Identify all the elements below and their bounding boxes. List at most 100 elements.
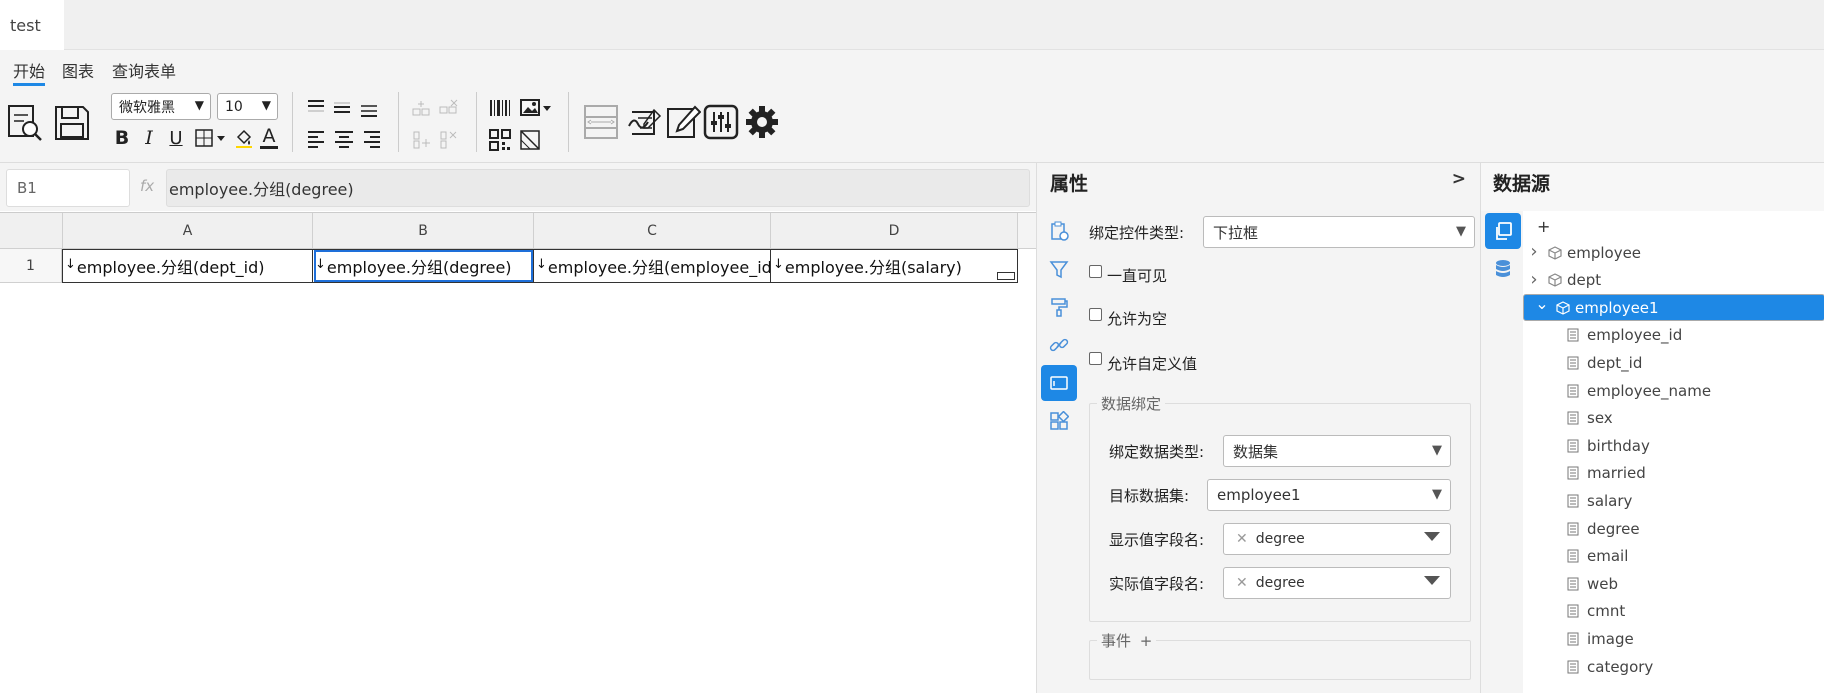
- column-header-d[interactable]: D: [771, 213, 1018, 249]
- field-node-degree[interactable]: degree: [1523, 515, 1824, 542]
- bold-button[interactable]: B: [112, 126, 132, 150]
- add-event-button[interactable]: +: [1140, 632, 1153, 650]
- always-visible-checkbox[interactable]: [1089, 265, 1102, 278]
- collapse-panel-button[interactable]: >: [1452, 169, 1466, 189]
- rail-database[interactable]: [1485, 251, 1521, 287]
- qrcode-button[interactable]: [488, 128, 512, 152]
- font-size-select[interactable]: 10 ▼: [217, 93, 278, 120]
- column-header-a[interactable]: A: [63, 213, 313, 249]
- dataset-node-employee1[interactable]: ⌄ employee1: [1523, 294, 1824, 322]
- field-node-employee_id[interactable]: employee_id: [1523, 322, 1824, 349]
- rail-cell-properties[interactable]: [1041, 213, 1077, 249]
- field-node-email[interactable]: email: [1523, 543, 1824, 570]
- binding-type-value: 数据集: [1233, 442, 1279, 461]
- cell-d1[interactable]: ↓ employee.分组(salary): [771, 249, 1018, 283]
- fill-color-button[interactable]: [233, 126, 255, 150]
- dataset-node-dept[interactable]: › dept: [1523, 267, 1824, 294]
- delete-row-button[interactable]: [437, 98, 459, 120]
- field-node-category[interactable]: category: [1523, 653, 1824, 680]
- field-node-cmnt[interactable]: cmnt: [1523, 598, 1824, 625]
- form-layout-button[interactable]: [582, 102, 620, 142]
- target-dataset-select[interactable]: employee1 ▼: [1207, 479, 1451, 511]
- underline-button[interactable]: U: [166, 126, 186, 150]
- row-header-1[interactable]: 1: [0, 249, 62, 283]
- cell-reference-input[interactable]: B1: [6, 169, 130, 207]
- chevron-right-icon[interactable]: ›: [1523, 269, 1545, 290]
- settings-button[interactable]: [743, 102, 781, 142]
- properties-body: 绑定控件类型: 下拉框 ▼ 一直可见 允许为空 允许自定义值 数据绑定 绑定数据类…: [1079, 211, 1481, 693]
- align-center-button[interactable]: [332, 126, 356, 150]
- allow-empty-checkbox[interactable]: [1089, 308, 1102, 321]
- border-button[interactable]: [193, 126, 229, 150]
- binding-type-select[interactable]: 数据集 ▼: [1223, 435, 1451, 467]
- field-node-employee_name[interactable]: employee_name: [1523, 377, 1824, 404]
- align-right-icon: [364, 131, 380, 148]
- events-legend: 事件 +: [1097, 630, 1157, 651]
- allow-custom-label: 允许自定义值: [1107, 355, 1198, 373]
- image-button[interactable]: [518, 96, 554, 120]
- save-button[interactable]: [52, 103, 92, 143]
- rail-filter[interactable]: [1041, 251, 1077, 287]
- rail-datasets[interactable]: [1485, 213, 1521, 249]
- chevron-down-icon: ▼: [1432, 487, 1442, 502]
- align-bottom-button[interactable]: [358, 100, 380, 120]
- align-left-button[interactable]: [305, 126, 327, 150]
- slash-cell-button[interactable]: [518, 128, 542, 152]
- formula-input[interactable]: employee.分组(degree): [166, 169, 1030, 207]
- field-node-sex[interactable]: sex: [1523, 405, 1824, 432]
- barcode-button[interactable]: [488, 96, 512, 120]
- paint-bucket-icon: [236, 129, 252, 148]
- chevron-down-icon[interactable]: ⌄: [1531, 294, 1553, 313]
- add-dataset-button[interactable]: +: [1523, 213, 1824, 240]
- delete-col-button[interactable]: [437, 128, 459, 150]
- clear-icon[interactable]: ✕: [1236, 531, 1248, 547]
- datasource-panel: 数据源 + › employee › dept ⌄ employee1 employee_i…: [1480, 163, 1824, 693]
- field-doc-icon: [1563, 522, 1583, 536]
- settings-sliders-button[interactable]: [702, 102, 740, 142]
- field-label: dept_id: [1587, 353, 1643, 372]
- display-field-select[interactable]: ✕ degree: [1223, 523, 1451, 555]
- qrcode-icon: [489, 129, 511, 151]
- field-node-married[interactable]: married: [1523, 460, 1824, 487]
- tab-chart[interactable]: 图表: [62, 58, 94, 82]
- field-node-birthday[interactable]: birthday: [1523, 432, 1824, 459]
- file-tab-test[interactable]: test: [0, 0, 64, 50]
- align-middle-button[interactable]: [331, 98, 353, 118]
- cell-c1[interactable]: ↓ employee.分组(employee_id): [534, 249, 771, 283]
- cell-a1[interactable]: ↓ employee.分组(dept_id): [62, 249, 313, 283]
- chevron-right-icon[interactable]: ›: [1523, 241, 1545, 262]
- italic-button[interactable]: I: [139, 126, 159, 150]
- allow-custom-checkbox[interactable]: [1089, 352, 1102, 365]
- grid-corner[interactable]: [0, 213, 63, 249]
- cell-b1[interactable]: ↓ employee.分组(degree): [313, 249, 534, 283]
- column-header-b[interactable]: B: [313, 213, 534, 249]
- control-type-select[interactable]: 下拉框 ▼: [1203, 216, 1475, 248]
- insert-col-button[interactable]: [410, 128, 432, 150]
- datasource-icon-rail: [1481, 211, 1523, 693]
- align-top-button[interactable]: [305, 96, 327, 116]
- column-header-c[interactable]: C: [534, 213, 771, 249]
- events-legend-text: 事件: [1101, 632, 1132, 650]
- dataset-node-employee[interactable]: › employee: [1523, 239, 1824, 266]
- field-node-salary[interactable]: salary: [1523, 487, 1824, 514]
- actual-field-select[interactable]: ✕ degree: [1223, 567, 1451, 599]
- field-node-image[interactable]: image: [1523, 625, 1824, 652]
- rail-link[interactable]: [1041, 327, 1077, 363]
- insert-row-button[interactable]: [410, 98, 432, 120]
- tab-query-form[interactable]: 查询表单: [112, 58, 176, 82]
- field-node-web[interactable]: web: [1523, 570, 1824, 597]
- edit-icon: [667, 105, 701, 138]
- rail-format[interactable]: [1041, 289, 1077, 325]
- preview-button[interactable]: [6, 103, 44, 143]
- font-family-select[interactable]: 微软雅黑 ▼: [111, 93, 211, 120]
- font-color-button[interactable]: A: [258, 124, 280, 150]
- rail-components[interactable]: [1041, 403, 1077, 439]
- actual-field-value: degree: [1255, 575, 1305, 591]
- tab-start[interactable]: 开始: [13, 58, 46, 86]
- clear-icon[interactable]: ✕: [1236, 575, 1248, 591]
- field-node-dept_id[interactable]: dept_id: [1523, 349, 1824, 376]
- sign-button[interactable]: [625, 102, 663, 142]
- edit-button[interactable]: [664, 102, 702, 142]
- rail-form-control[interactable]: [1041, 365, 1077, 401]
- align-right-button[interactable]: [361, 126, 383, 150]
